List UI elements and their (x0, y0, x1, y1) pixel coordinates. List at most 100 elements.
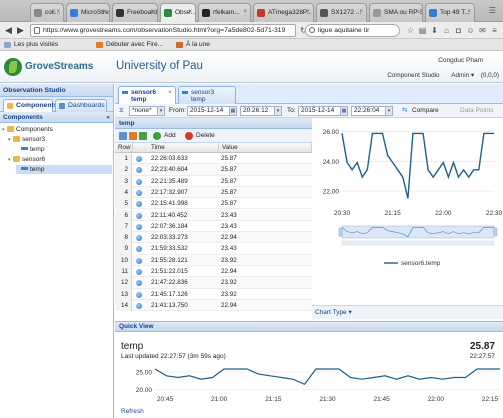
column-value[interactable]: Value (219, 143, 312, 153)
star-icon[interactable]: ☆ (406, 26, 415, 35)
table-row[interactable]: 2 22:23:40.604 25.87 (115, 164, 312, 176)
table-row[interactable]: 7 22:07:36.184 23.43 (115, 220, 312, 233)
admin-menu[interactable]: Admin ▾ (446, 72, 474, 79)
download-icon[interactable]: ⬇ (430, 26, 439, 35)
browser-tab-label: rfelkam... (213, 9, 240, 16)
close-tab-icon[interactable]: × (102, 4, 106, 21)
table-row[interactable]: 3 22:21:35.489 25.87 (115, 175, 312, 187)
bookmark-getting-started[interactable]: Débuter avec Fire... (96, 39, 163, 50)
tree-node-components[interactable]: ▾ Components (2, 125, 112, 134)
browser-tab[interactable]: rfelkam... × (198, 3, 251, 22)
table-row[interactable]: 12 21:47:22.836 23.92 (115, 277, 312, 289)
quick-view-chart: 25.00 20.00 20:45 21:00 21:15 21:30 21:45 22:00… (136, 368, 500, 403)
menu-icon[interactable]: ≡ (490, 26, 499, 35)
tree-node-sensor6[interactable]: ▾ sensor6 (8, 155, 112, 164)
chart-type-menu[interactable]: Chart Type ▾ (312, 305, 503, 319)
table-row[interactable]: 1 22:26:03.633 25.87 (115, 153, 312, 165)
browser-tab[interactable]: Freeboard × (112, 3, 158, 22)
table-row[interactable]: 8 22:03:33.273 22.94 (115, 232, 312, 244)
table-row[interactable]: 5 22:15:41.998 25.87 (115, 198, 312, 210)
add-button[interactable]: Add (164, 129, 176, 143)
grovestreams-logo[interactable]: GroveStreams (4, 58, 93, 76)
data-points-button[interactable]: Data Points (460, 104, 494, 118)
table-row[interactable]: 11 21:51:22.015 22.94 (115, 266, 312, 278)
tab-favicon-icon (164, 9, 172, 17)
tab-favicon-icon (70, 9, 78, 17)
dashboards-icon (59, 103, 65, 109)
range-select[interactable]: *none* ▾ (129, 106, 165, 116)
tree-node-sensor3-temp[interactable]: temp (16, 145, 112, 154)
component-studio-link[interactable]: Component Studio (387, 72, 439, 79)
chat-icon[interactable]: ☺ (466, 26, 475, 35)
notification-counts[interactable]: (0,0,0) (481, 72, 499, 79)
close-tab-icon[interactable]: × (467, 4, 471, 21)
close-tab-icon[interactable]: × (188, 4, 192, 21)
to-date-field[interactable]: 2015-12-14 ▦ (298, 106, 348, 116)
time-filter-icon[interactable]: ⧖ (119, 104, 124, 118)
close-tab-icon[interactable]: × (359, 4, 363, 21)
table-row[interactable]: 14 21:41:13.750 22.94 (115, 299, 312, 312)
stream-icon (21, 167, 28, 170)
browser-tab[interactable]: SX1272 ... × (316, 3, 367, 22)
data-point-icon (136, 302, 142, 309)
close-tab-icon[interactable]: × (56, 4, 60, 21)
table-row[interactable]: 6 22:11:40.452 23.43 (115, 209, 312, 221)
table-row[interactable]: 10 21:55:28.121 23.92 (115, 254, 312, 266)
navigator-handle-right (493, 227, 498, 237)
close-tab-icon[interactable]: × (243, 4, 247, 21)
from-time-field[interactable]: 20:26:12 ▾ (240, 106, 282, 116)
bookmark-headlines[interactable]: À la une (176, 39, 210, 50)
close-tab-icon[interactable]: × (415, 4, 419, 21)
x-tick-label: 21:45 (374, 396, 391, 403)
browser-tab[interactable]: MicroStre...× (66, 3, 110, 22)
tab-dashboards[interactable]: Dashboards (55, 99, 107, 112)
pocket-icon[interactable]: ◘ (454, 26, 463, 35)
x-tick-label: 20:30 (334, 210, 351, 217)
time-cell: 21:45:17.126 (151, 290, 188, 298)
export-icon[interactable] (129, 132, 137, 140)
browser-tab[interactable]: Obse... × (160, 3, 196, 22)
to-time-field[interactable]: 22:26:04 ▾ (351, 106, 393, 116)
close-tab-icon[interactable]: × (306, 4, 310, 21)
refresh-link[interactable]: Refresh (121, 408, 144, 415)
delete-button[interactable]: Delete (196, 129, 215, 143)
tab-list-icon[interactable]: ☰ (488, 6, 497, 15)
browser-tab[interactable]: SMA ou RP-S...× (369, 3, 423, 22)
data-point-icon (136, 212, 142, 219)
reading-list-icon[interactable]: ▤ (418, 26, 427, 35)
x-tick-label: 21:15 (265, 396, 282, 403)
address-text: https://www.grovestreams.com/observation… (43, 27, 286, 34)
time-cell: 21:41:13.750 (151, 301, 188, 309)
stream-chart[interactable]: 26.00 24.00 22.00 20:30 21:15 22:00 22:30 senso… (312, 118, 503, 304)
close-icon[interactable]: × (168, 89, 172, 96)
collapse-icon[interactable]: « (106, 112, 110, 123)
share-icon[interactable]: ✉ (478, 26, 487, 35)
browser-tab[interactable]: Top 49 T... × (425, 3, 475, 22)
calendar-icon: ▦ (229, 107, 236, 115)
table-row[interactable]: 9 21:59:33.532 23.43 (115, 243, 312, 255)
forward-icon[interactable]: ▶ (15, 25, 26, 36)
save-icon[interactable] (119, 132, 127, 140)
bookmark-most-visited[interactable]: Les plus visités (4, 39, 58, 50)
browser-tab[interactable]: coll... × (30, 3, 64, 22)
home-icon[interactable]: ⌂ (442, 26, 451, 35)
value-cell: 22.94 (221, 268, 237, 275)
from-date-field[interactable]: 2015-12-14 ▦ (187, 106, 237, 116)
import-icon[interactable] (139, 132, 147, 140)
close-tab-icon[interactable]: × (150, 4, 154, 21)
back-icon[interactable]: ◀ (3, 25, 14, 36)
tab-sensor3-temp[interactable]: sensor3 temp (178, 86, 236, 104)
browser-tab[interactable]: ATmega328P... × (253, 3, 314, 22)
address-bar[interactable]: https://www.grovestreams.com/observation… (30, 24, 296, 37)
table-row[interactable]: 13 21:45:17.126 23.92 (115, 288, 312, 300)
compare-button[interactable]: Compare (412, 104, 439, 118)
tab-sensor6-temp[interactable]: sensor6 temp × (118, 86, 176, 104)
tree-node-sensor3[interactable]: ▾ sensor3 (8, 135, 112, 144)
table-row[interactable]: 4 22:17:32.907 25.87 (115, 186, 312, 199)
tab-components[interactable]: Components (3, 99, 58, 112)
tree-node-sensor6-temp[interactable]: temp (16, 165, 112, 174)
compare-icon[interactable]: ⇆ (402, 104, 407, 118)
column-row[interactable]: Row (115, 143, 133, 153)
search-input[interactable]: ligue aquitaine tir (305, 24, 400, 37)
column-time[interactable]: Time (133, 143, 219, 153)
